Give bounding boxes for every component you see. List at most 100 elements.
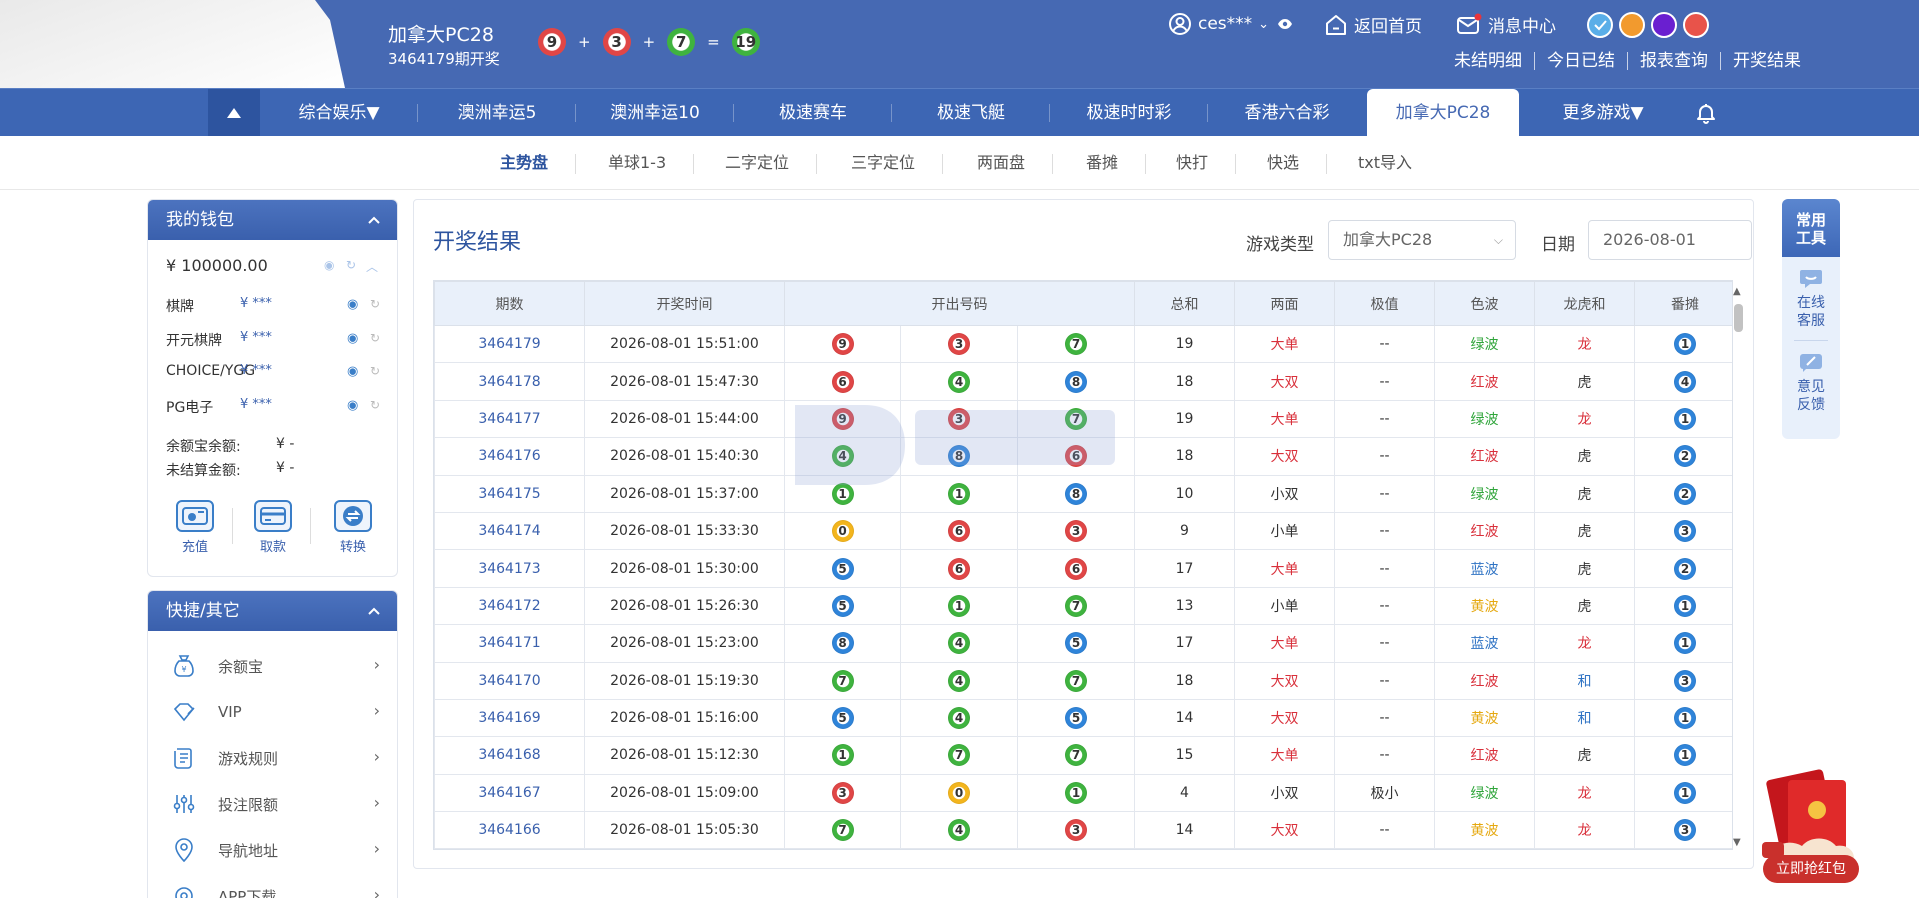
table-row: 3464172 2026-08-01 15:26:30 5 1 7 13 小单 -- 黄波虎 1 (434, 586, 1732, 626)
chevron-up-icon[interactable] (367, 591, 381, 631)
eye-icon[interactable] (1277, 18, 1293, 30)
online-service-button[interactable]: 在线 客服 (1782, 267, 1840, 330)
eye-icon[interactable]: ◉ (347, 331, 358, 346)
eye-icon[interactable]: ◉ (324, 258, 334, 272)
last-draw-balls: 9 +3 +7 = 19 (538, 28, 760, 56)
ball-cell: 5 (1017, 698, 1135, 738)
eye-icon[interactable]: ◉ (347, 398, 358, 413)
eye-icon[interactable]: ◉ (347, 364, 358, 379)
ball-cell: 5 (1017, 624, 1135, 663)
subnav-tab[interactable]: 单球1-3 (608, 154, 695, 174)
subnav-tab[interactable]: 快选 (1267, 154, 1328, 174)
nav-tab[interactable]: 加拿大PC28 (1367, 89, 1519, 137)
time-cell: 2026-08-01 15:47:30 (584, 362, 785, 401)
top-link[interactable]: 未结明细 (1442, 52, 1534, 70)
ball-cell: 4 (900, 362, 1018, 401)
table-row: 3464167 2026-08-01 15:09:00 3 0 1 4 小双 极小 绿波龙 1 (434, 773, 1732, 813)
game-type-select[interactable]: 加拿大PC28 ⌵ (1328, 220, 1516, 260)
nav-tab[interactable]: 更多游戏▼ (1524, 89, 1682, 137)
notification-button[interactable] (1694, 101, 1718, 129)
quick-header[interactable]: 快捷/其它 (148, 591, 397, 631)
chevron-up-icon[interactable] (367, 200, 381, 240)
table-scrollbar[interactable]: ▲ ▼ (1731, 280, 1747, 850)
ball-cell: 0 (900, 773, 1018, 813)
ball-cell: 3 (784, 773, 901, 813)
quick-item[interactable]: 游戏规则 › (170, 735, 380, 781)
result-ball: 7 (1065, 407, 1087, 430)
sum-cell: 19 (1134, 399, 1235, 439)
quick-item-label: 投注限额 (218, 795, 279, 814)
scroll-thumb[interactable] (1734, 304, 1743, 332)
wallet-header[interactable]: 我的钱包 (148, 200, 397, 240)
nav-tab[interactable]: 香港六合彩 (1208, 89, 1366, 137)
eye-icon[interactable]: ◉ (347, 297, 358, 312)
subnav-tab[interactable]: txt导入 (1358, 154, 1412, 172)
refresh-icon[interactable]: ↻ (370, 331, 380, 345)
nav-tab[interactable]: 综合娱乐▼ (260, 89, 418, 137)
fantan-cell: 2 (1634, 474, 1732, 513)
message-center-link[interactable]: 消息中心 (1456, 12, 1556, 37)
refresh-icon[interactable]: ↻ (370, 398, 380, 412)
nav-tab[interactable]: 澳洲幸运5 (418, 89, 576, 137)
subnav-tab[interactable]: 番摊 (1086, 154, 1147, 174)
nav-tab[interactable]: 澳洲幸运10 (576, 89, 734, 137)
scroll-down-icon[interactable]: ▼ (1733, 837, 1741, 848)
recharge-icon (182, 507, 208, 525)
game-nav: 综合娱乐▼ 澳洲幸运5 澳洲幸运10 极速赛车 极速飞艇 极速时时彩 香港六合彩 加拿大PC2… (0, 88, 1919, 137)
nav-tab[interactable]: 极速时时彩 (1050, 89, 1208, 137)
nav-tab[interactable]: 极速赛车 (734, 89, 892, 137)
ball-cell: 7 (784, 811, 901, 849)
equals-sign: = (707, 33, 720, 51)
collapse-button[interactable] (208, 89, 260, 137)
extreme-cell: -- (1334, 549, 1435, 588)
refresh-icon[interactable]: ↻ (370, 364, 380, 378)
subnav-tab[interactable]: 主势盘 (500, 154, 577, 174)
result-ball: 4 (948, 819, 970, 842)
quick-item[interactable]: VIP › (170, 689, 380, 735)
fantan-ball: 3 (1674, 819, 1696, 842)
withdraw-button[interactable]: 取款 (248, 500, 298, 555)
recharge-button[interactable]: 充值 (170, 500, 220, 555)
plus-sign: + (642, 33, 656, 51)
fantan-ball: 1 (1674, 594, 1696, 617)
subnav-tab[interactable]: 快打 (1176, 154, 1237, 174)
result-ball: 5 (1065, 632, 1087, 655)
theme-color-swatch[interactable] (1651, 12, 1677, 38)
grab-red-packet-button[interactable]: 立即抢红包 (1763, 855, 1859, 883)
subnav-tab[interactable]: 三字定位 (851, 154, 944, 174)
refresh-icon[interactable]: ↻ (370, 297, 380, 311)
nav-tab[interactable]: 极速飞艇 (892, 89, 1050, 137)
limits-icon (170, 792, 198, 816)
quick-item-label: 导航地址 (218, 841, 279, 860)
refresh-icon[interactable]: ↻ (346, 258, 356, 272)
result-ball: 3 (831, 781, 854, 804)
theme-color-picker[interactable] (1587, 12, 1709, 38)
transfer-button[interactable]: 转换 (328, 500, 378, 555)
time-cell: 2026-08-01 15:19:30 (584, 661, 785, 700)
subnav-tab[interactable]: 二字定位 (725, 154, 818, 174)
user-menu[interactable]: ces*** ⌄ (1168, 12, 1299, 36)
chevron-up-icon[interactable]: ︿ (366, 258, 378, 275)
theme-color-swatch[interactable] (1587, 12, 1613, 38)
ball-cell: 6 (1017, 549, 1135, 588)
top-link[interactable]: 今日已结 (1534, 52, 1627, 70)
issue-cell: 3464179 (434, 324, 585, 364)
quick-item[interactable]: APP下载 › (170, 873, 380, 898)
date-input[interactable]: 2026-08-01 (1588, 220, 1752, 260)
subnav-tab[interactable]: 两面盘 (977, 154, 1054, 174)
quick-item[interactable]: ¥ 余额宝 › (170, 643, 380, 689)
feedback-button[interactable]: 意见 反馈 (1782, 351, 1840, 414)
scroll-up-icon[interactable]: ▲ (1733, 286, 1741, 297)
theme-color-swatch[interactable] (1683, 12, 1709, 38)
quick-item[interactable]: 导航地址 › (170, 827, 380, 873)
chevron-down-icon[interactable]: ⌄ (1258, 17, 1269, 32)
home-link[interactable]: 返回首页 (1324, 12, 1422, 37)
quick-item[interactable]: 投注限额 › (170, 781, 380, 827)
top-link[interactable]: 开奖结果 (1720, 52, 1813, 70)
wallet-row-label: 开元棋牌 (166, 332, 222, 349)
date-label: 日期 (1541, 235, 1575, 255)
ball-cell: 3 (1017, 511, 1135, 551)
issue-cell: 3464166 (434, 811, 585, 849)
top-link[interactable]: 报表查询 (1627, 52, 1720, 70)
theme-color-swatch[interactable] (1619, 12, 1645, 38)
